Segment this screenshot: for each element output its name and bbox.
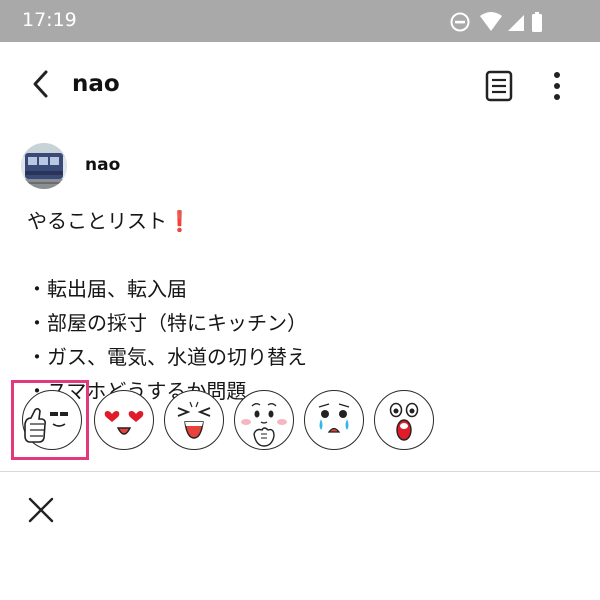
battery-icon [532,12,542,32]
back-button[interactable] [22,62,62,106]
note-icon [485,70,513,102]
shy-icon [240,402,287,447]
love-reaction[interactable] [94,390,154,450]
wifi-icon [480,12,502,31]
heart-eyes-icon [104,410,143,435]
close-button[interactable] [26,494,56,526]
reaction-picker [0,388,600,458]
more-options-button[interactable] [540,67,574,105]
sad-icon [318,402,349,433]
signal-icon [508,15,524,31]
thumbs-up-reaction[interactable] [22,390,82,450]
app-header: nao [0,42,600,128]
post-title-line: やることリスト❗ [27,204,567,238]
avatar[interactable] [21,143,67,189]
shy-reaction[interactable] [234,390,294,450]
close-icon [28,497,54,523]
do-not-disturb-icon [450,12,470,32]
author-name: nao [85,155,121,175]
exclamation-icon: ❗ [167,209,192,233]
surprised-icon [389,402,418,441]
more-vertical-icon [554,72,560,100]
status-bar: 17:19 [0,0,600,42]
status-time: 17:19 [22,9,77,31]
chevron-left-icon [33,70,48,98]
laugh-reaction[interactable] [164,390,224,450]
sad-reaction[interactable] [304,390,364,450]
page-title: nao [72,71,120,97]
divider [0,471,600,472]
list-item: ・ガス、電気、水道の切り替え [27,345,307,369]
note-button[interactable] [482,67,516,105]
surprised-reaction[interactable] [374,390,434,450]
status-icons [450,12,542,32]
laugh-icon [177,401,210,439]
list-item: ・部屋の採寸（特にキッチン） [27,311,307,335]
post-title-text: やることリスト [27,209,167,233]
post-body: やることリスト❗ ・転出届、転入届 ・部屋の採寸（特にキッチン） ・ガス、電気、… [27,204,567,408]
list-item: ・転出届、転入届 [27,277,187,301]
thumbs-up-icon [23,407,68,443]
